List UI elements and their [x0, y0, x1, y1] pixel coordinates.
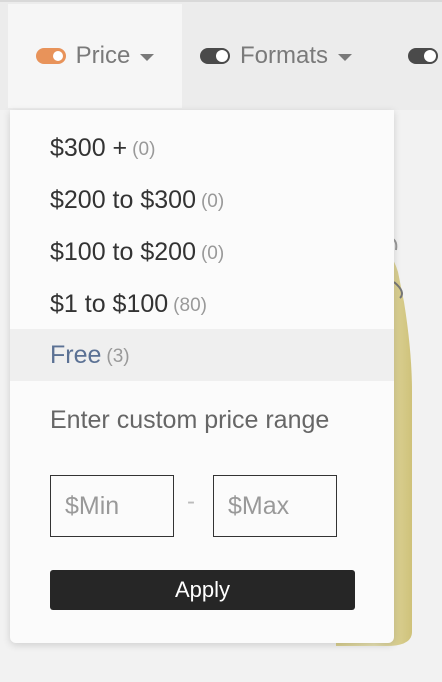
- option-count: (0): [200, 243, 225, 264]
- range-separator: -: [187, 488, 195, 515]
- price-option-100-200[interactable]: $100 to $200 (0): [10, 226, 394, 278]
- option-count: (3): [106, 346, 130, 367]
- option-count: (0): [200, 191, 225, 212]
- option-label: $200 to $300: [50, 185, 196, 214]
- price-option-200-300[interactable]: $200 to $300 (0): [10, 174, 394, 226]
- max-price-input[interactable]: [213, 475, 337, 537]
- option-label: Free: [50, 340, 102, 369]
- formats-filter-label: Formats: [240, 42, 329, 69]
- option-label: $100 to $200: [50, 237, 196, 266]
- option-count: (0): [132, 139, 156, 160]
- price-dropdown-menu: $300 + (0) $200 to $300 (0) $100 to $200…: [10, 110, 394, 643]
- option-label: $300 +: [50, 133, 128, 162]
- price-option-1-100[interactable]: $1 to $100 (80): [10, 278, 394, 330]
- price-filter-tab[interactable]: Price: [8, 4, 182, 108]
- apply-button[interactable]: Apply: [50, 570, 355, 610]
- option-label: $1 to $100: [50, 289, 169, 318]
- caret-down-icon: [338, 54, 353, 61]
- price-option-free[interactable]: Free (3): [10, 329, 394, 381]
- price-option-300-plus[interactable]: $300 + (0): [10, 122, 394, 174]
- custom-price-range-label: Enter custom price range: [50, 406, 330, 434]
- toggle-off-icon[interactable]: [200, 48, 230, 64]
- caret-down-icon: [140, 54, 155, 61]
- toggle-on-icon[interactable]: [35, 48, 66, 64]
- price-filter-label: Price: [75, 42, 131, 69]
- filter-bar: Price Formats: [0, 0, 442, 110]
- min-price-input[interactable]: [50, 475, 174, 537]
- more-filter-tab[interactable]: [408, 4, 442, 108]
- formats-filter-tab[interactable]: Formats: [200, 4, 400, 108]
- option-count: (80): [173, 295, 207, 316]
- toggle-off-icon[interactable]: [408, 48, 438, 64]
